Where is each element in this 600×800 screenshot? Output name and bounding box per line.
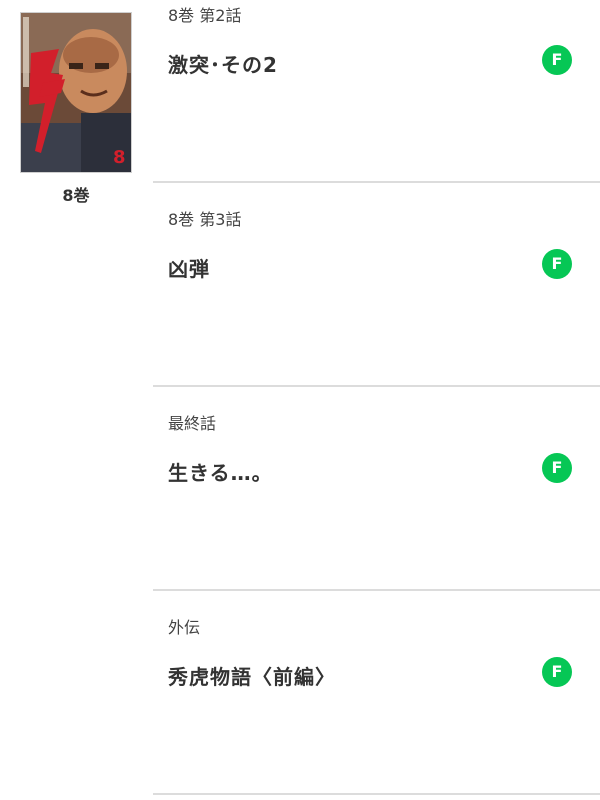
episode-title: 凶弾	[168, 257, 210, 281]
svg-text:8: 8	[113, 147, 126, 168]
episode-item[interactable]: 8巻 第3話 凶弾 F	[153, 183, 600, 387]
episode-number: 外伝	[168, 618, 201, 637]
free-badge-icon: F	[542, 657, 572, 687]
episode-title: 激突･その2	[168, 53, 278, 77]
free-badge-icon: F	[542, 453, 572, 483]
episode-item[interactable]: 8巻 第2話 激突･その2 F	[153, 0, 600, 183]
free-badge-icon: F	[542, 45, 572, 75]
volume-label: 8巻	[62, 186, 90, 205]
episode-number: 8巻 第3話	[168, 210, 242, 229]
cover-art-icon: 8	[21, 13, 131, 172]
episode-number: 最終話	[168, 414, 217, 433]
volume-cover-image[interactable]: 8	[20, 12, 132, 173]
episode-number: 8巻 第2話	[168, 6, 242, 25]
episode-title: 秀虎物語〈前編〉	[168, 665, 336, 689]
episode-item[interactable]: 最終話 生きる…。 F	[153, 387, 600, 591]
episode-title: 生きる…。	[168, 461, 273, 485]
episode-list-page: 8 8巻 8巻 第2話 激突･その2 F 8巻 第3話 凶弾 F 最終話 生きる…	[0, 0, 600, 800]
episode-item[interactable]: 外伝 秀虎物語〈前編〉 F	[153, 591, 600, 795]
free-badge-icon: F	[542, 249, 572, 279]
episode-list: 8巻 第2話 激突･その2 F 8巻 第3話 凶弾 F 最終話 生きる…。 F …	[153, 0, 600, 795]
